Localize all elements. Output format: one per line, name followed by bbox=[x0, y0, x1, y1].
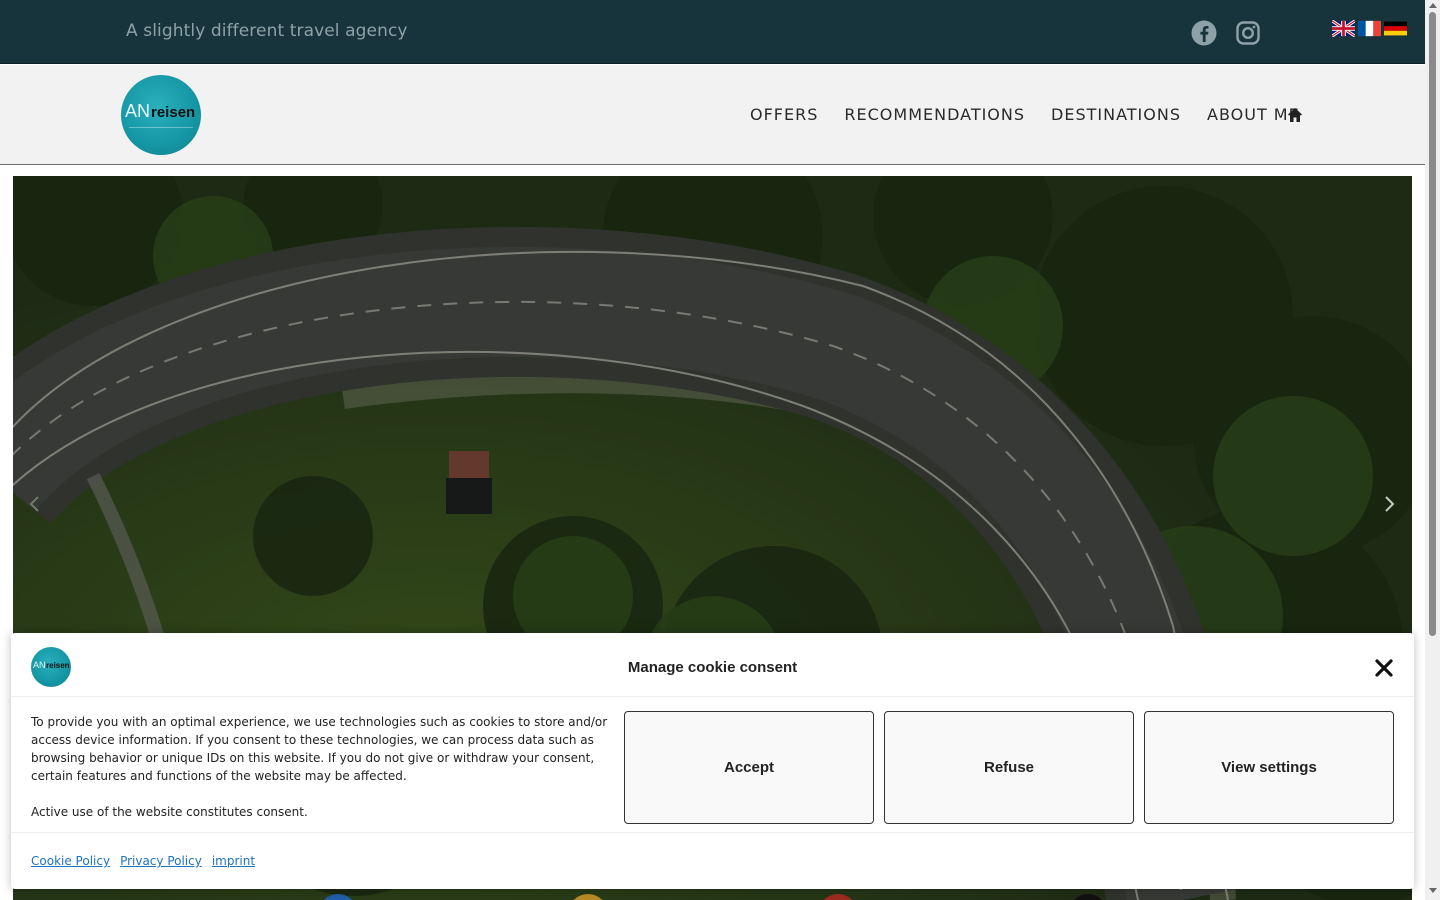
site-tagline: A slightly different travel agency bbox=[126, 21, 408, 41]
refuse-button[interactable]: Refuse bbox=[884, 711, 1134, 824]
chevron-left-icon[interactable] bbox=[25, 494, 45, 514]
nav-about-me[interactable]: ABOUT ME bbox=[1207, 105, 1300, 124]
nav-destinations[interactable]: DESTINATIONS bbox=[1051, 105, 1181, 124]
instagram-icon[interactable] bbox=[1235, 20, 1261, 46]
site-logo[interactable]: AN reisen bbox=[121, 75, 201, 155]
scroll-down-arrow[interactable] bbox=[1429, 888, 1437, 893]
scroll-thumb[interactable] bbox=[1429, 12, 1436, 636]
cookie-header: AN reisen Manage cookie consent bbox=[11, 633, 1414, 697]
language-switcher bbox=[1332, 20, 1407, 37]
main-nav: OFFERS RECOMMENDATIONS DESTINATIONS ABOU… bbox=[750, 105, 1326, 124]
logo-line bbox=[129, 127, 193, 128]
chevron-right-icon[interactable] bbox=[1379, 494, 1399, 514]
cookie-footer: Cookie Policy Privacy Policy imprint bbox=[11, 832, 1414, 889]
privacy-policy-link[interactable]: Privacy Policy bbox=[120, 854, 202, 868]
imprint-link[interactable]: imprint bbox=[212, 854, 255, 868]
nav-recommendations[interactable]: RECOMMENDATIONS bbox=[844, 105, 1025, 124]
home-icon[interactable] bbox=[1287, 107, 1303, 123]
scroll-up-arrow[interactable] bbox=[1429, 3, 1437, 8]
cookie-consent-banner: AN reisen Manage cookie consent To provi… bbox=[11, 633, 1414, 889]
cookie-text-main: To provide you with an optimal experienc… bbox=[31, 715, 608, 783]
germany-flag-icon[interactable] bbox=[1384, 20, 1407, 37]
cookie-text-consent: Active use of the website constitutes co… bbox=[31, 805, 308, 819]
close-icon[interactable] bbox=[1375, 659, 1393, 677]
top-bar: A slightly different travel agency bbox=[0, 0, 1425, 64]
uk-flag-icon[interactable] bbox=[1332, 20, 1355, 37]
nav-offers[interactable]: OFFERS bbox=[750, 105, 818, 124]
facebook-icon[interactable] bbox=[1191, 20, 1217, 46]
view-settings-button[interactable]: View settings bbox=[1144, 711, 1394, 824]
cookie-description: To provide you with an optimal experienc… bbox=[31, 713, 616, 839]
cookie-title: Manage cookie consent bbox=[627, 659, 798, 676]
cookie-policy-link[interactable]: Cookie Policy bbox=[31, 854, 110, 868]
cookie-links: Cookie Policy Privacy Policy imprint bbox=[31, 854, 255, 868]
page-scrollbar[interactable] bbox=[1425, 0, 1440, 900]
logo-reisen-text: reisen bbox=[151, 104, 196, 121]
france-flag-icon[interactable] bbox=[1358, 20, 1381, 37]
site-header: AN reisen OFFERS RECOMMENDATIONS DESTINA… bbox=[0, 65, 1425, 165]
logo-an-text: AN bbox=[125, 101, 151, 121]
accept-button[interactable]: Accept bbox=[624, 711, 874, 824]
